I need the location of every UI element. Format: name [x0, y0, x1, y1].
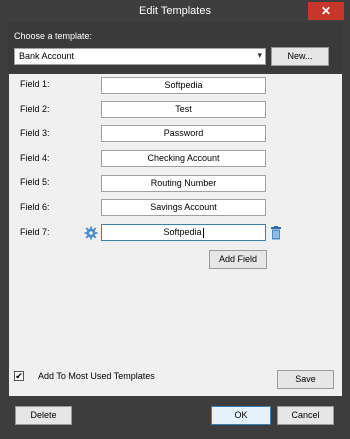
new-template-button[interactable]: New...	[271, 47, 329, 66]
save-button[interactable]: Save	[277, 370, 334, 389]
chevron-down-icon: ▾	[257, 50, 262, 60]
trash-icon[interactable]	[270, 226, 282, 240]
field-3-label: Field 3:	[20, 128, 50, 138]
gear-icon[interactable]	[84, 226, 98, 240]
most-used-label: Add To Most Used Templates	[38, 371, 155, 381]
field-6-label: Field 6:	[20, 202, 50, 212]
field-4-label: Field 4:	[20, 153, 50, 163]
field-6-input[interactable]: Savings Account	[101, 199, 266, 216]
ok-button[interactable]: OK	[211, 406, 271, 425]
field-7-input[interactable]: Softpedia	[101, 224, 266, 241]
cancel-button[interactable]: Cancel	[277, 406, 334, 425]
field-1-label: Field 1:	[20, 79, 50, 89]
add-field-button[interactable]: Add Field	[209, 250, 267, 269]
field-3-input[interactable]: Password	[101, 125, 266, 142]
field-5-input[interactable]: Routing Number	[101, 175, 266, 192]
close-button[interactable]: ✕	[308, 2, 344, 20]
delete-button[interactable]: Delete	[15, 406, 72, 425]
window-title: Edit Templates	[139, 5, 211, 17]
field-2-input[interactable]: Test	[101, 101, 266, 118]
field-2-label: Field 2:	[20, 104, 50, 114]
field-1-input[interactable]: Softpedia	[101, 77, 266, 94]
choose-template-label: Choose a template:	[14, 31, 93, 41]
field-7-label: Field 7:	[20, 227, 50, 237]
most-used-checkbox[interactable]: ✔	[14, 371, 24, 381]
template-select[interactable]: Bank Account ▾	[14, 48, 266, 65]
title-bar: Edit Templates ✕	[0, 0, 350, 22]
field-7-value: Softpedia	[163, 227, 202, 237]
text-cursor	[202, 227, 204, 238]
field-5-label: Field 5:	[20, 177, 50, 187]
template-select-value: Bank Account	[19, 51, 75, 61]
field-4-input[interactable]: Checking Account	[101, 150, 266, 167]
